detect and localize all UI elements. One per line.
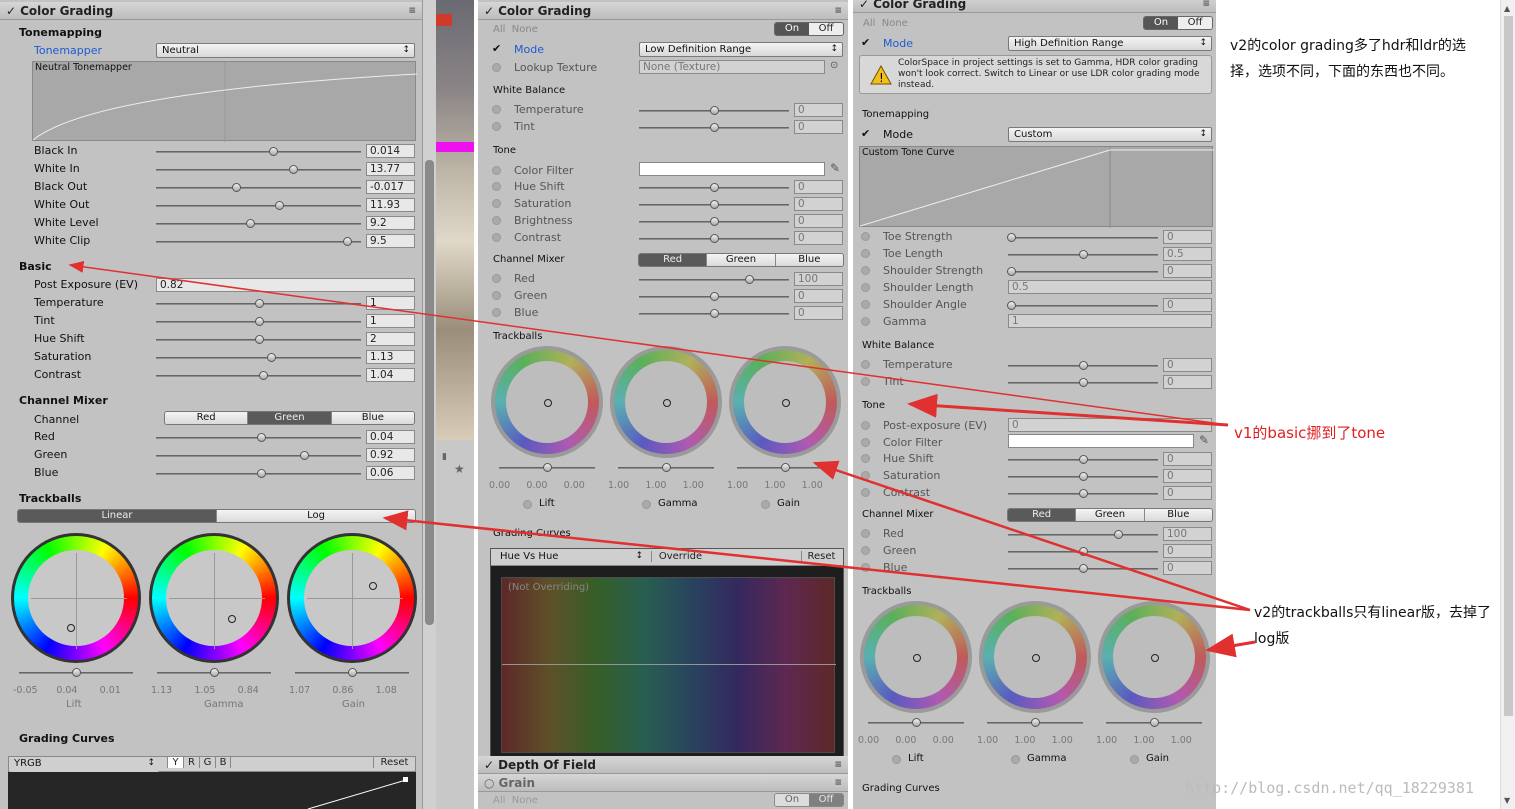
arrow-log-v1: [382, 510, 1251, 612]
annotation-arrows: [68, 260, 1256, 658]
arrow-basic-v1: [68, 260, 1229, 426]
arrow-tone-v2: [907, 393, 1229, 427]
arrow-trackballs-v2b: [1205, 633, 1256, 658]
